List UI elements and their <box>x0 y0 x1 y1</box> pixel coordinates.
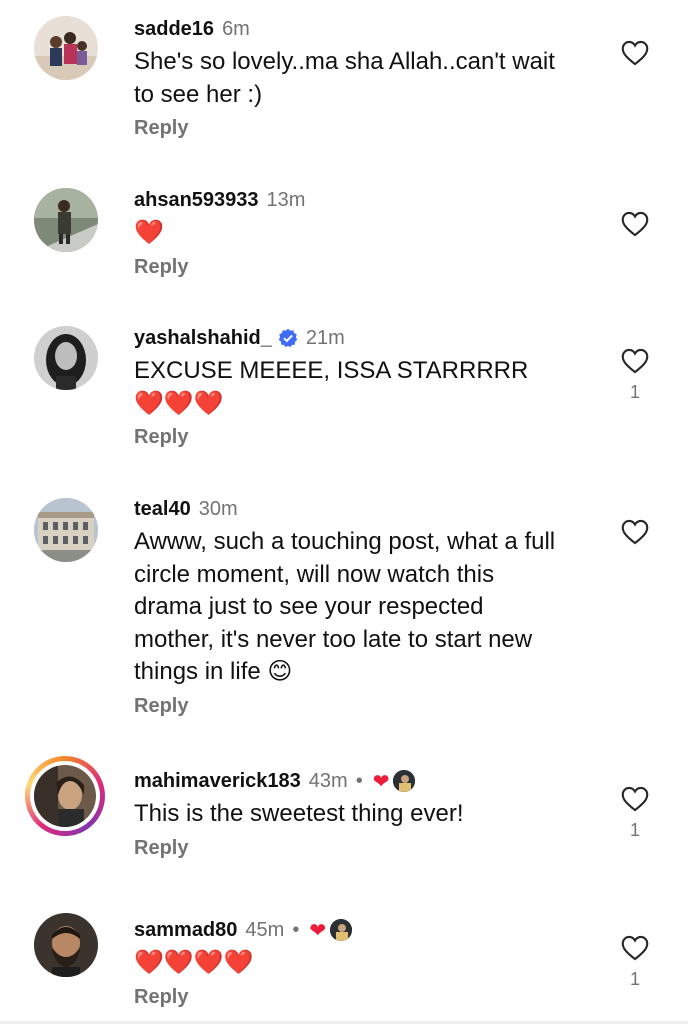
username[interactable]: sammad80 <box>134 919 237 942</box>
creator-liked-heart-icon: ❤ <box>309 919 327 942</box>
comment-text: EXCUSE MEEEE, ISSA STARRRRR ❤️❤️❤️ <box>134 357 529 417</box>
verified-badge-icon <box>278 328 298 348</box>
comment-text: ❤️ <box>134 219 164 246</box>
creator-avatar <box>330 919 353 941</box>
reply-button[interactable]: Reply <box>134 695 564 718</box>
username[interactable]: mahimaverick183 <box>134 770 301 793</box>
like-count: 1 <box>629 969 640 989</box>
like-button[interactable]: 1 <box>620 348 650 403</box>
creator-liked-heart-icon: ❤ <box>372 770 390 793</box>
separator-dot: • <box>355 769 363 792</box>
like-button[interactable] <box>620 40 650 74</box>
reply-button[interactable]: Reply <box>134 837 564 860</box>
timestamp: 21m <box>305 326 345 349</box>
heart-outline-icon <box>621 519 649 545</box>
heart-outline-icon <box>621 40 649 66</box>
comment-meta: sammad80 45m • ❤ <box>134 915 564 945</box>
comment-text: She's so lovely..ma sha Allah..can't wai… <box>134 48 555 108</box>
comment-text: Awww, such a touching post, what a full … <box>134 528 556 685</box>
avatar-with-story-ring[interactable] <box>25 756 105 836</box>
comment-meta: teal40 30m <box>134 494 564 524</box>
avatar <box>34 765 96 827</box>
like-button[interactable] <box>620 211 650 245</box>
heart-outline-icon <box>621 935 649 961</box>
like-button[interactable]: 1 <box>620 786 650 841</box>
comment-meta: yashalshahid_ 21m <box>134 323 564 353</box>
avatar[interactable] <box>34 913 98 977</box>
like-button[interactable] <box>620 519 650 553</box>
comment-meta: sadde16 6m <box>134 14 564 44</box>
reply-button[interactable]: Reply <box>134 117 564 140</box>
like-count: 1 <box>629 382 640 402</box>
heart-outline-icon <box>621 211 649 237</box>
like-count: 1 <box>629 820 640 840</box>
reply-button[interactable]: Reply <box>134 986 564 1009</box>
separator-dot: • <box>292 918 300 941</box>
comment-meta: mahimaverick183 43m • ❤ <box>134 766 564 796</box>
comment-meta: ahsan593933 13m <box>134 185 564 215</box>
creator-avatar <box>393 770 416 792</box>
timestamp: 43m <box>308 769 348 792</box>
heart-outline-icon <box>621 786 649 812</box>
heart-outline-icon <box>621 348 649 374</box>
avatar[interactable] <box>34 16 98 80</box>
timestamp: 30m <box>198 497 238 520</box>
username[interactable]: teal40 <box>134 498 191 521</box>
avatar[interactable] <box>34 326 98 390</box>
reply-button[interactable]: Reply <box>134 256 564 279</box>
like-button[interactable]: 1 <box>620 935 650 990</box>
avatar[interactable] <box>34 188 98 252</box>
timestamp: 6m <box>222 17 250 40</box>
reply-button[interactable]: Reply <box>134 426 564 449</box>
username[interactable]: yashalshahid_ <box>134 327 272 350</box>
story-ring-gap <box>30 761 100 831</box>
comment-text: ❤️❤️❤️❤️ <box>134 949 254 976</box>
username[interactable]: ahsan593933 <box>134 189 259 212</box>
username[interactable]: sadde16 <box>134 18 214 41</box>
avatar[interactable] <box>34 498 98 562</box>
timestamp: 13m <box>266 188 306 211</box>
comment-text: This is the sweetest thing ever! <box>134 800 464 827</box>
timestamp: 45m <box>245 918 285 941</box>
